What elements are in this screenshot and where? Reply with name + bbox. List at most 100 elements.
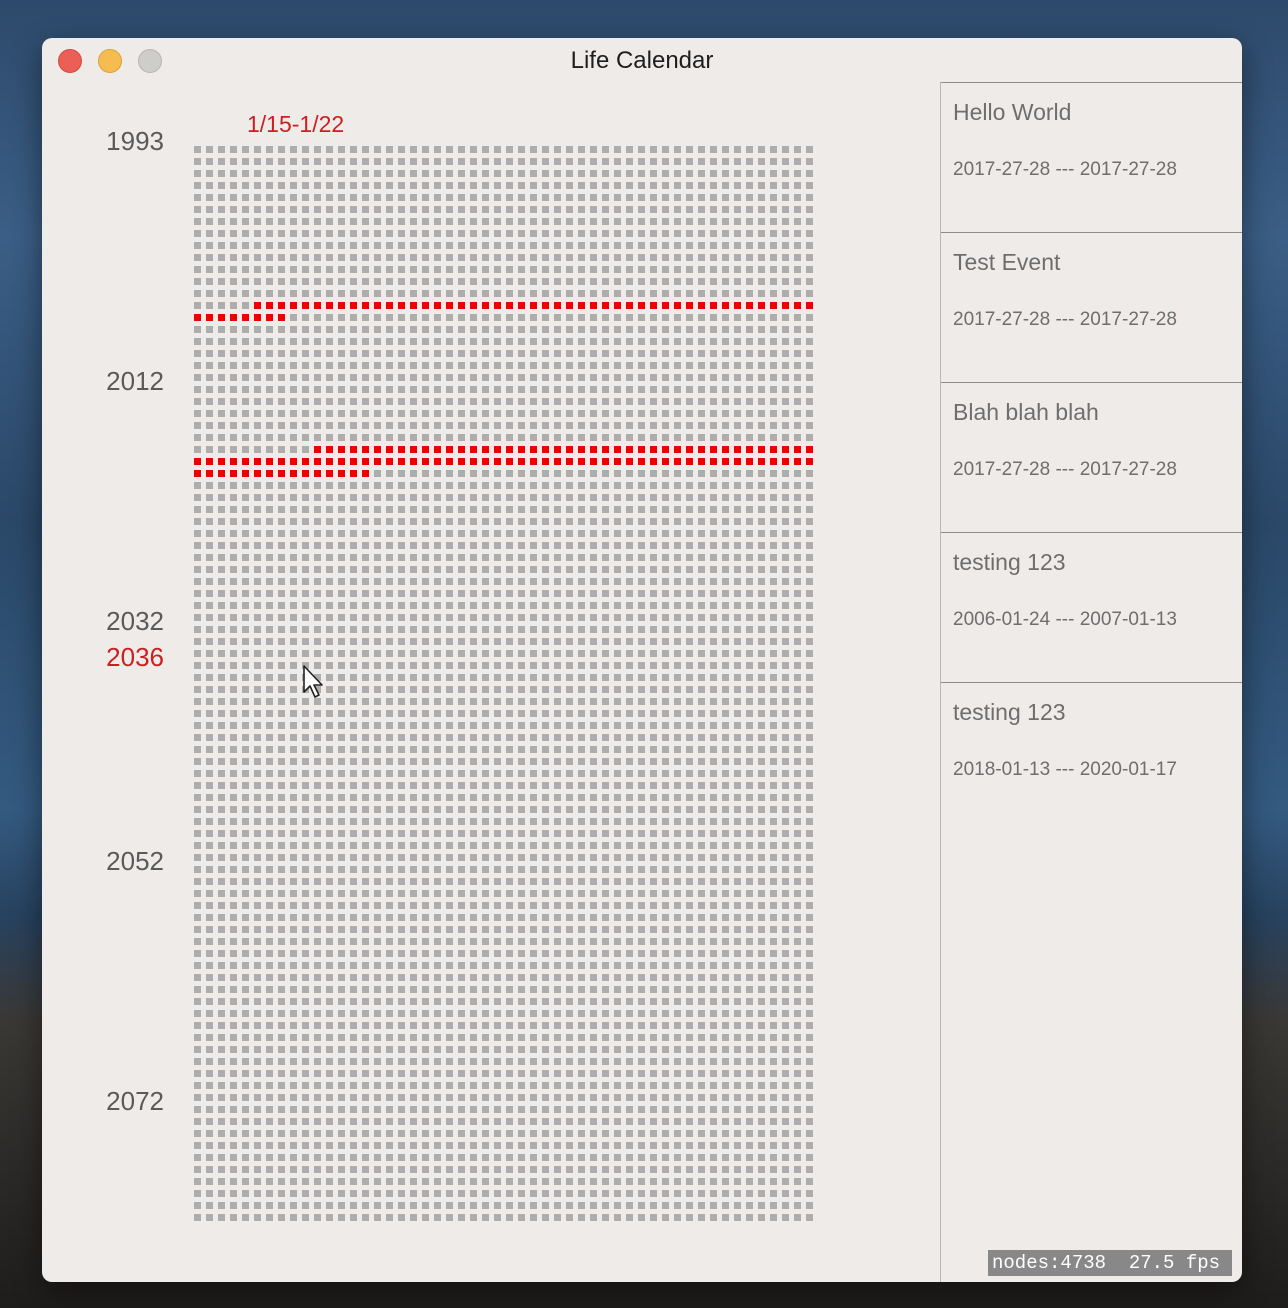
week-cell[interactable] [614,206,621,213]
week-cell[interactable] [734,614,741,621]
week-cell[interactable] [806,266,813,273]
week-cell[interactable] [362,182,369,189]
week-cell[interactable] [338,494,345,501]
week-cell[interactable] [446,986,453,993]
week-cell[interactable] [602,782,609,789]
week-cell[interactable] [770,362,777,369]
week-cell[interactable] [566,854,573,861]
week-cell[interactable] [794,818,801,825]
week-cell[interactable] [590,698,597,705]
week-cell[interactable] [254,494,261,501]
week-cell[interactable] [326,1022,333,1029]
week-cell[interactable] [806,1178,813,1185]
week-cell[interactable] [278,638,285,645]
week-cell[interactable] [278,890,285,897]
week-cell[interactable] [230,1166,237,1173]
week-cell[interactable] [674,398,681,405]
week-cell[interactable] [266,698,273,705]
week-cell[interactable] [374,326,381,333]
week-cell[interactable] [374,530,381,537]
week-cell[interactable] [566,206,573,213]
week-cell[interactable] [326,1142,333,1149]
week-cell[interactable] [218,1010,225,1017]
week-cell[interactable] [194,938,201,945]
week-cell[interactable] [650,926,657,933]
week-cell[interactable] [434,686,441,693]
week-cell[interactable] [290,614,297,621]
week-cell[interactable] [386,1130,393,1137]
week-cell[interactable] [518,866,525,873]
week-cell[interactable] [638,1046,645,1053]
week-cell[interactable] [698,854,705,861]
week-cell[interactable] [338,1166,345,1173]
week-cell[interactable] [626,1190,633,1197]
event-week-cell[interactable] [398,446,405,453]
week-cell[interactable] [530,938,537,945]
week-cell[interactable] [746,974,753,981]
week-cell[interactable] [806,902,813,909]
week-cell[interactable] [338,710,345,717]
week-cell[interactable] [506,986,513,993]
week-cell[interactable] [398,530,405,537]
week-cell[interactable] [614,542,621,549]
week-cell[interactable] [350,854,357,861]
week-cell[interactable] [806,1214,813,1221]
week-cell[interactable] [326,1154,333,1161]
week-cell[interactable] [494,1034,501,1041]
week-cell[interactable] [602,1034,609,1041]
week-cell[interactable] [362,422,369,429]
week-cell[interactable] [350,890,357,897]
week-cell[interactable] [590,158,597,165]
week-cell[interactable] [458,422,465,429]
week-cell[interactable] [710,746,717,753]
week-cell[interactable] [542,518,549,525]
week-cell[interactable] [206,902,213,909]
week-cell[interactable] [206,1154,213,1161]
week-cell[interactable] [218,422,225,429]
week-cell[interactable] [434,818,441,825]
week-cell[interactable] [806,422,813,429]
week-cell[interactable] [542,338,549,345]
week-cell[interactable] [374,242,381,249]
week-cell[interactable] [338,734,345,741]
week-cell[interactable] [290,626,297,633]
week-cell[interactable] [746,1154,753,1161]
week-cell[interactable] [806,998,813,1005]
week-cell[interactable] [602,482,609,489]
event-week-cell[interactable] [722,458,729,465]
week-cell[interactable] [398,794,405,801]
week-cell[interactable] [554,854,561,861]
week-cell[interactable] [410,974,417,981]
week-cell[interactable] [806,506,813,513]
week-cell[interactable] [434,770,441,777]
week-cell[interactable] [518,230,525,237]
week-cell[interactable] [746,686,753,693]
week-cell[interactable] [662,170,669,177]
week-cell[interactable] [578,1190,585,1197]
event-week-cell[interactable] [398,458,405,465]
week-cell[interactable] [710,374,717,381]
week-cell[interactable] [194,542,201,549]
week-cell[interactable] [386,518,393,525]
week-cell[interactable] [614,230,621,237]
week-cell[interactable] [386,650,393,657]
event-week-cell[interactable] [338,446,345,453]
week-cell[interactable] [794,638,801,645]
week-cell[interactable] [266,1178,273,1185]
week-cell[interactable] [470,734,477,741]
week-cell[interactable] [590,578,597,585]
week-cell[interactable] [530,326,537,333]
week-cell[interactable] [782,854,789,861]
week-cell[interactable] [470,1178,477,1185]
week-cell[interactable] [566,290,573,297]
week-cell[interactable] [338,674,345,681]
week-cell[interactable] [746,746,753,753]
week-cell[interactable] [722,638,729,645]
week-cell[interactable] [254,1154,261,1161]
week-cell[interactable] [578,470,585,477]
week-cell[interactable] [458,230,465,237]
week-cell[interactable] [266,1166,273,1173]
week-cell[interactable] [566,542,573,549]
week-cell[interactable] [338,566,345,573]
week-cell[interactable] [422,1202,429,1209]
